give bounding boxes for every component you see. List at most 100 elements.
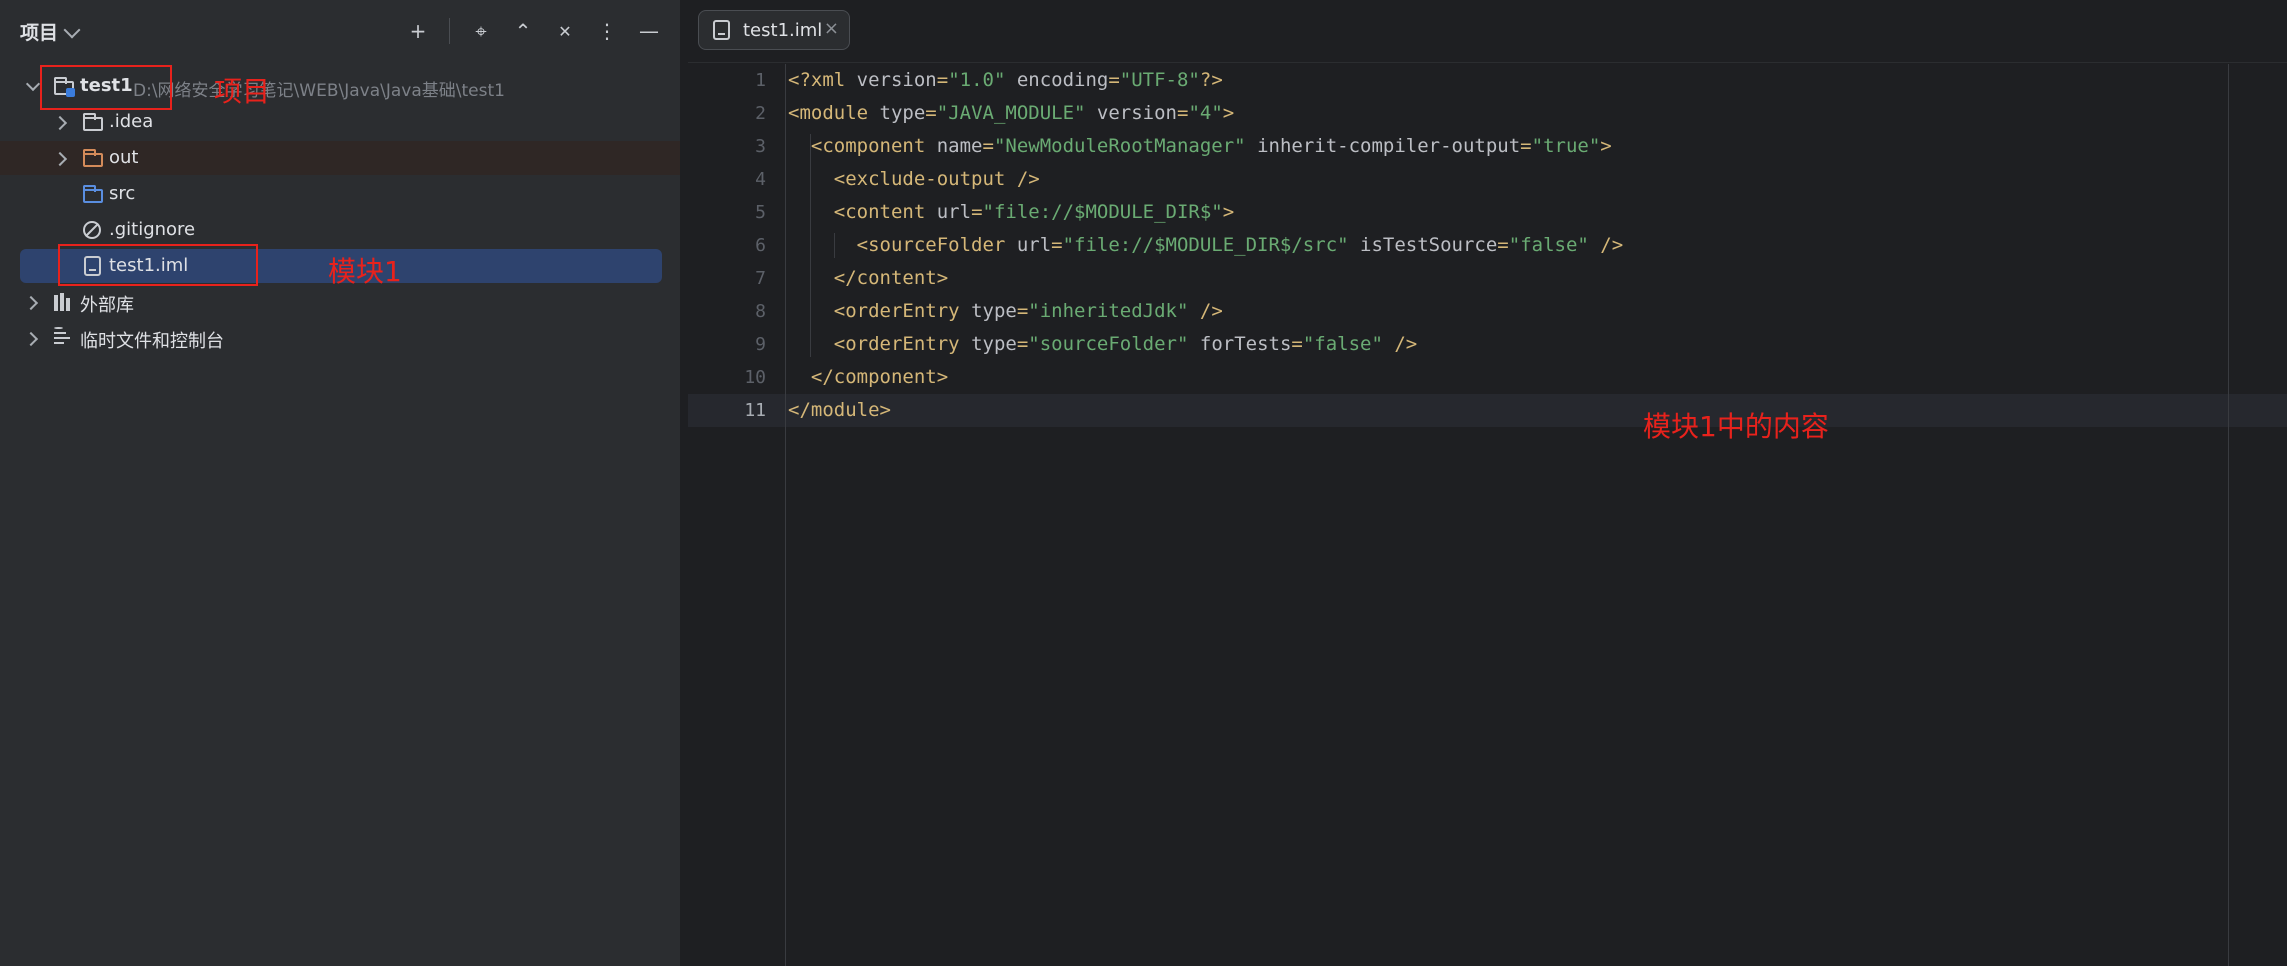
code-token: type xyxy=(879,102,926,124)
code-token: > xyxy=(1222,102,1235,124)
project-toolbar: + ⌖ ⌃ ✕ ⋮ — xyxy=(407,18,660,44)
tree-item-label: out xyxy=(109,147,139,168)
editor-tab-bar: test1.iml × xyxy=(688,0,2287,63)
code-token: url xyxy=(1016,234,1052,256)
code-token: > xyxy=(1222,201,1235,223)
chevron-right-icon[interactable] xyxy=(23,331,39,347)
line-number-row: 7 xyxy=(688,262,784,295)
plus-icon[interactable]: + xyxy=(407,19,429,43)
editor-tab-test1-iml[interactable]: test1.iml × xyxy=(698,10,850,50)
line-number-row: 11 xyxy=(688,394,784,427)
code-token: inherit-compiler-output xyxy=(1245,135,1521,157)
chevron-right-icon[interactable] xyxy=(52,151,68,167)
chevron-down-icon[interactable] xyxy=(25,76,41,92)
code-line[interactable]: <sourceFolder url="file://$MODULE_DIR$/s… xyxy=(788,229,1624,262)
line-number-row: 2 xyxy=(688,97,784,130)
code-token: orderEntry xyxy=(845,300,972,322)
code-token: "sourceFolder" xyxy=(1028,333,1189,355)
code-line[interactable]: <orderEntry type="sourceFolder" forTests… xyxy=(788,328,1417,361)
project-panel: 项目 + ⌖ ⌃ ✕ ⋮ — test1 D:\网络安全学习笔记\WEB\Jav… xyxy=(0,0,681,966)
code-token: = xyxy=(1291,333,1303,355)
code-line[interactable]: <?xml version="1.0" encoding="UTF-8"?> xyxy=(788,64,1223,97)
collapse-icon[interactable]: ✕ xyxy=(554,20,576,42)
source-folder-icon xyxy=(83,185,103,203)
current-line-highlight xyxy=(688,394,2287,427)
expand-icon[interactable]: ⌃ xyxy=(512,19,534,43)
code-token: = xyxy=(971,201,983,223)
code-line[interactable]: <component name="NewModuleRootManager" i… xyxy=(788,130,1612,163)
chevron-right-icon[interactable] xyxy=(52,115,68,131)
line-number: 6 xyxy=(755,235,766,256)
line-number: 1 xyxy=(755,70,766,91)
code-token: </ xyxy=(833,267,857,289)
line-number-row: 3 xyxy=(688,130,784,163)
line-number: 9 xyxy=(755,334,766,355)
tree-item-gitignore[interactable]: .gitignore xyxy=(0,213,680,247)
line-number: 3 xyxy=(755,136,766,157)
code-token: /> xyxy=(1588,234,1624,256)
code-line[interactable]: <orderEntry type="inheritedJdk" /> xyxy=(788,295,1223,328)
code-token: < xyxy=(810,135,823,157)
scratches-icon xyxy=(54,327,74,348)
code-token: > xyxy=(936,267,949,289)
line-number: 10 xyxy=(744,367,766,388)
code-token: "true" xyxy=(1531,135,1601,157)
line-number: 11 xyxy=(744,400,766,421)
code-token: > xyxy=(879,399,891,421)
more-icon[interactable]: ⋮ xyxy=(596,19,618,43)
code-token: "NewModuleRootManager" xyxy=(993,135,1246,157)
code-token: component xyxy=(822,135,937,157)
code-token: "false" xyxy=(1302,333,1383,355)
target-icon[interactable]: ⌖ xyxy=(470,19,492,43)
code-token: < xyxy=(788,102,800,124)
library-icon xyxy=(54,293,74,311)
tree-item-label: .gitignore xyxy=(109,219,196,240)
code-token: < xyxy=(833,201,846,223)
code-token: < xyxy=(856,234,869,256)
code-line[interactable]: <module type="JAVA_MODULE" version="4"> xyxy=(788,97,1234,130)
code-line[interactable]: <exclude-output /> xyxy=(788,163,1040,196)
toolbar-separator xyxy=(449,18,450,44)
annotation-module-content: 模块1中的内容 xyxy=(1643,410,1829,443)
code-line[interactable]: </component> xyxy=(788,361,948,394)
close-icon[interactable]: × xyxy=(824,18,839,39)
indent-guide xyxy=(810,134,811,357)
code-token: = xyxy=(1520,135,1532,157)
chevron-down-icon xyxy=(63,21,81,38)
code-token: xml xyxy=(810,69,857,91)
code-token: "inheritedJdk" xyxy=(1028,300,1189,322)
code-token: = xyxy=(1497,234,1509,256)
code-token: > xyxy=(1600,135,1612,157)
code-token: "UTF-8" xyxy=(1119,69,1200,91)
code-line[interactable]: </module> xyxy=(788,394,891,427)
minimize-icon[interactable]: — xyxy=(638,19,660,43)
line-number: 7 xyxy=(755,268,766,289)
tree-item-external-libraries[interactable]: 外部库 xyxy=(0,285,680,319)
project-view-selector[interactable]: 项目 xyxy=(20,18,81,45)
project-panel-header: 项目 + ⌖ ⌃ ✕ ⋮ — xyxy=(0,0,680,62)
code-line[interactable]: </content> xyxy=(788,262,948,295)
tree-item-idea[interactable]: .idea xyxy=(0,105,680,139)
code-token: "false" xyxy=(1508,234,1589,256)
line-number-row: 1 xyxy=(688,64,784,97)
editor[interactable]: test1.iml × 1 2 3 4 5 6 7 8 9 10 11 <?xml version=… xyxy=(688,0,2287,966)
excluded-folder-icon xyxy=(83,149,103,167)
annotation-box-project xyxy=(40,65,172,110)
tree-item-out[interactable]: out xyxy=(0,141,680,175)
code-token: "file://$MODULE_DIR$/src" xyxy=(1062,234,1349,256)
tree-item-scratches[interactable]: 临时文件和控制台 xyxy=(0,321,680,355)
code-token: <? xyxy=(788,69,811,91)
code-token: orderEntry xyxy=(845,333,972,355)
code-token: "file://$MODULE_DIR$" xyxy=(982,201,1223,223)
chevron-right-icon[interactable] xyxy=(23,295,39,311)
annotation-box-module xyxy=(58,244,258,286)
code-token: /> xyxy=(1188,300,1223,322)
line-number-row: 4 xyxy=(688,163,784,196)
code-token: "JAVA_MODULE" xyxy=(936,102,1086,124)
tree-item-src[interactable]: src xyxy=(0,177,680,211)
code-token: module xyxy=(799,102,880,124)
code-line[interactable]: <content url="file://$MODULE_DIR$"> xyxy=(788,196,1234,229)
tree-item-label: .idea xyxy=(109,111,154,132)
tree-item-label: 临时文件和控制台 xyxy=(80,331,224,352)
